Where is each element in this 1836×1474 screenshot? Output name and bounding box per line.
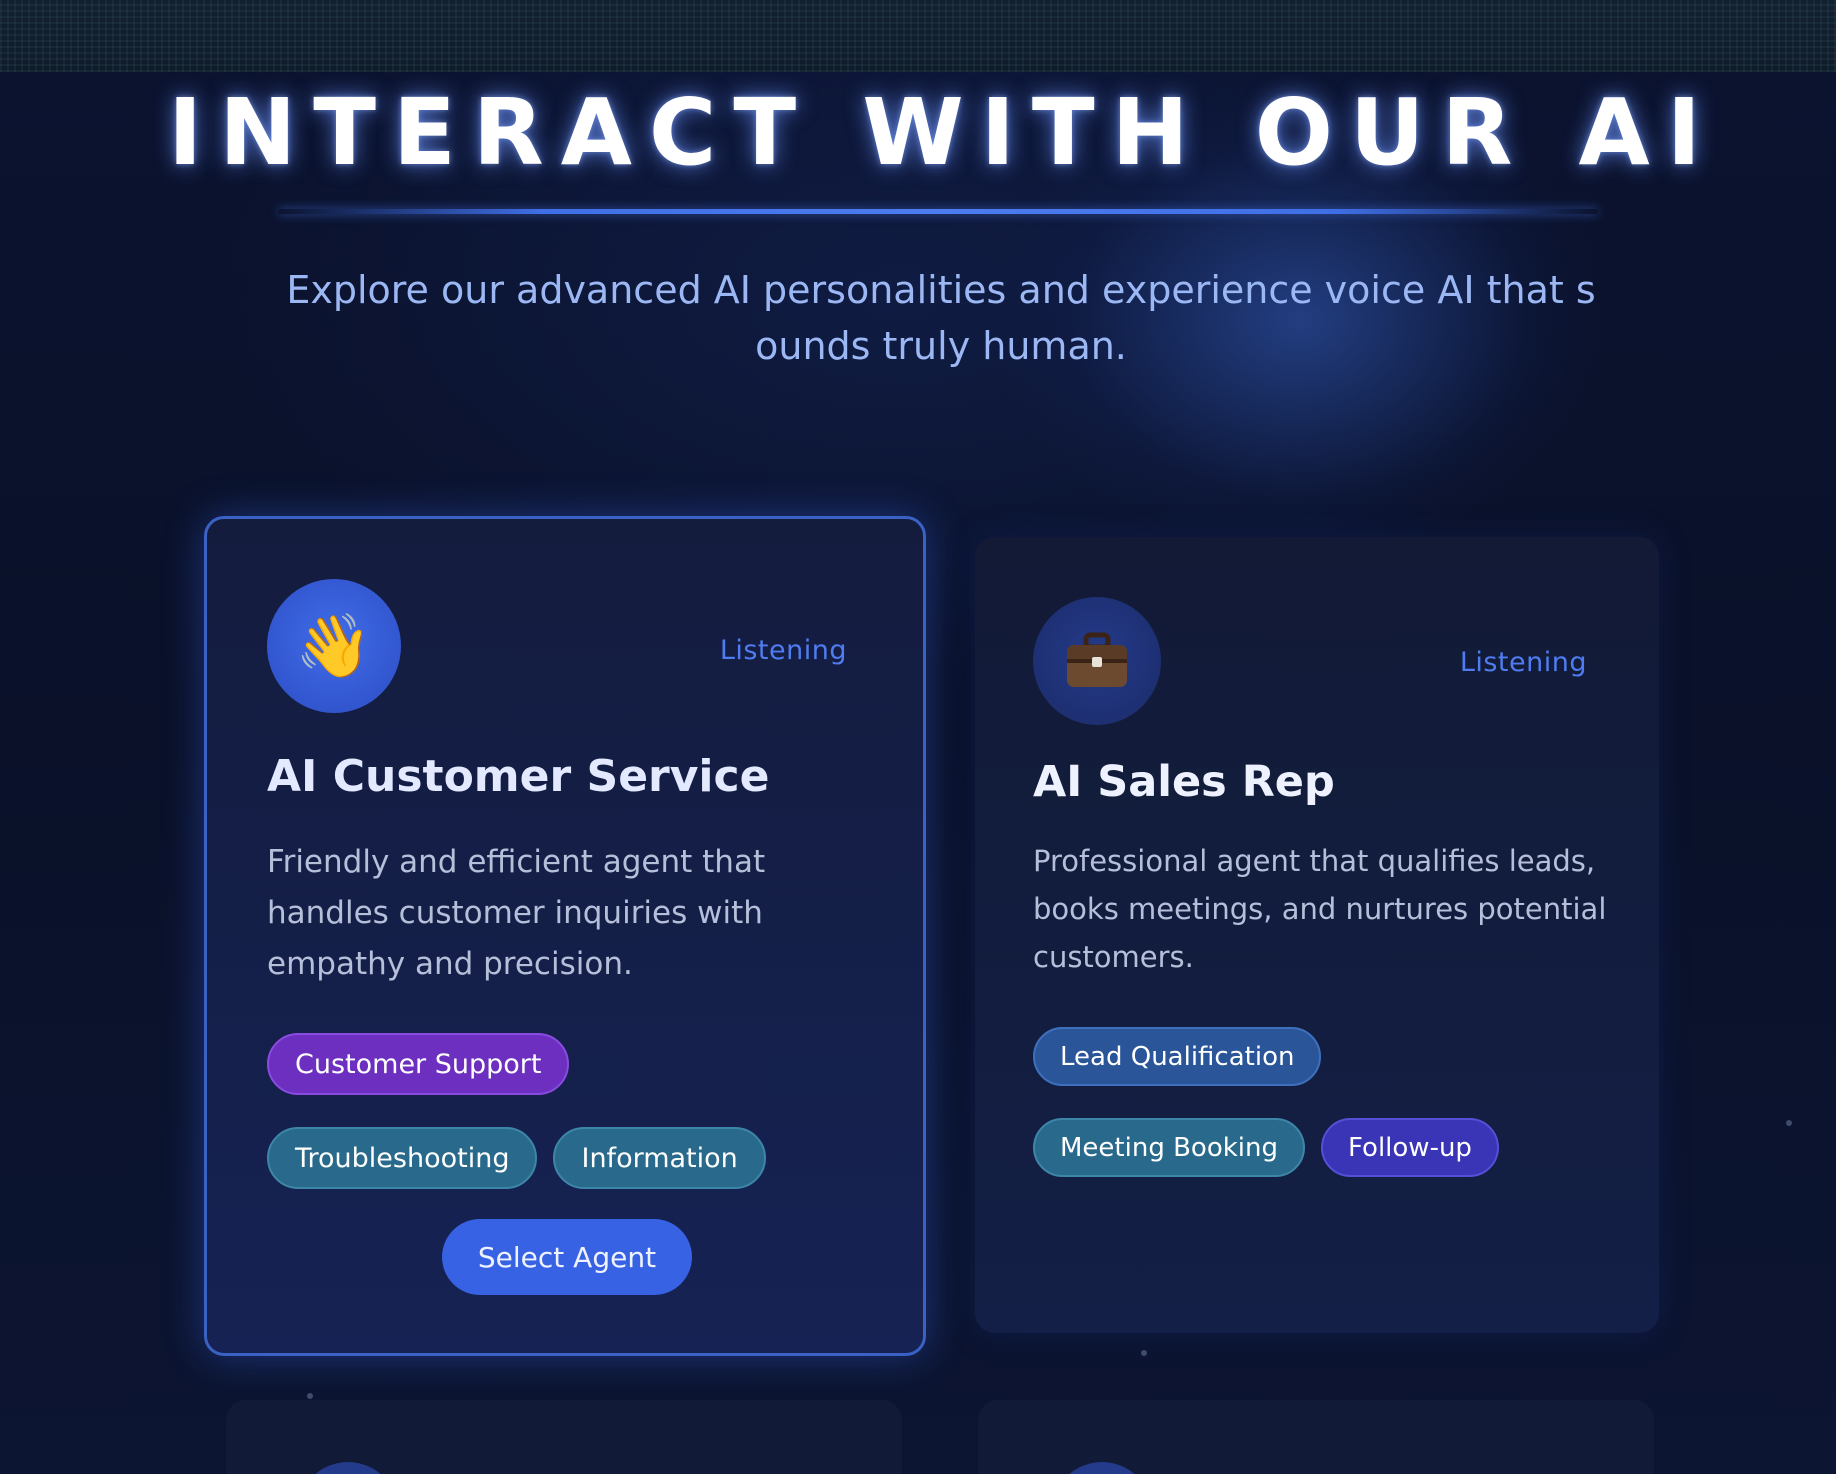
- title-underline: [278, 209, 1598, 214]
- agent-card-sales-rep[interactable]: Listening AI Sales Rep Professional agen…: [975, 537, 1659, 1333]
- briefcase-icon: [1067, 632, 1127, 687]
- agent-card-partial[interactable]: [226, 1400, 902, 1474]
- select-agent-button[interactable]: Select Agent: [442, 1219, 692, 1295]
- page: INTERACT WITH OUR AI Explore our advance…: [0, 0, 1836, 1474]
- header-image-strip: [0, 0, 1836, 72]
- agent-avatar: [1033, 597, 1161, 725]
- background-particle: [307, 1393, 313, 1399]
- agent-avatar: 👋: [267, 579, 401, 713]
- agent-card-partial[interactable]: [978, 1400, 1654, 1474]
- agent-avatar: [1052, 1462, 1152, 1474]
- agent-avatar: [298, 1462, 398, 1474]
- agent-status: Listening: [1459, 647, 1587, 678]
- tag-lead-qualification: Lead Qualification: [1033, 1027, 1322, 1086]
- agent-card-customer-service[interactable]: 👋 Listening AI Customer Service Friendly…: [204, 516, 926, 1356]
- tag-meeting-booking: Meeting Booking: [1033, 1118, 1306, 1177]
- tag-information: Information: [553, 1127, 766, 1189]
- agent-tags: Customer Support Troubleshooting Informa…: [267, 1033, 847, 1189]
- background-particle: [1786, 1120, 1792, 1126]
- tag-troubleshooting: Troubleshooting: [267, 1127, 538, 1189]
- page-title: INTERACT WITH OUR AI: [168, 79, 1718, 186]
- agent-title: AI Customer Service: [267, 751, 770, 802]
- page-subtitle: Explore our advanced AI personalities an…: [286, 268, 1596, 368]
- background-particle: [1141, 1350, 1147, 1356]
- agent-tags: Lead Qualification Meeting Booking Follo…: [1033, 1027, 1593, 1177]
- agent-title: AI Sales Rep: [1033, 757, 1335, 807]
- tag-follow-up: Follow-up: [1321, 1118, 1499, 1177]
- agent-status: Listening: [719, 635, 847, 666]
- tag-customer-support: Customer Support: [267, 1033, 570, 1095]
- agent-description: Friendly and efficient agent that handle…: [267, 844, 766, 982]
- agent-description: Professional agent that qualifies leads,…: [1033, 844, 1607, 974]
- waving-hand-icon: 👋: [295, 609, 373, 682]
